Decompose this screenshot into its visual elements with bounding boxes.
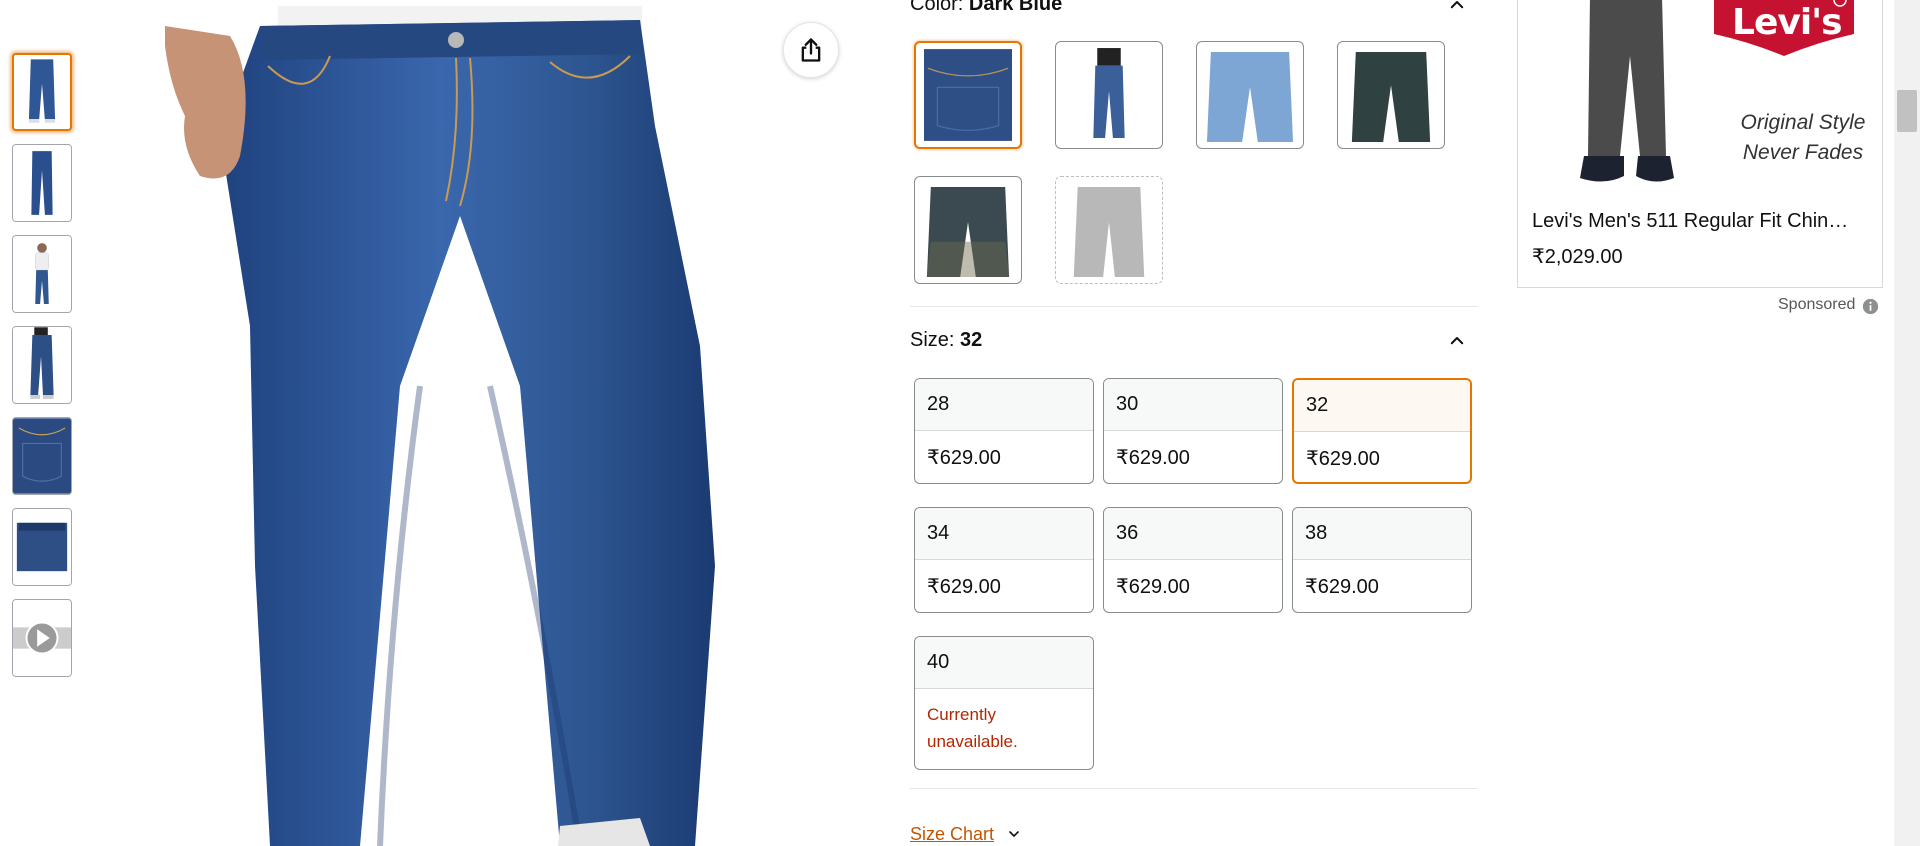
ad-brand-logo-text: Levi's: [1732, 2, 1843, 43]
size-option-32-selected[interactable]: 32 ₹629.00: [1292, 378, 1472, 484]
size-option-label: 40: [915, 637, 1093, 689]
color-swatch-4[interactable]: [1337, 41, 1445, 149]
thumbnail-video[interactable]: [12, 599, 72, 677]
size-option-label: 34: [915, 508, 1093, 560]
size-option-price: ₹629.00: [1306, 448, 1380, 470]
pocket-closeup-thumbnail-image: [13, 418, 71, 494]
jeans-back-thumbnail-image: [13, 509, 71, 585]
size-option-price: ₹629.00: [1116, 447, 1190, 469]
jeans-front-thumbnail-image: [14, 55, 70, 129]
color-swatch-5[interactable]: [914, 176, 1022, 284]
sponsored-ad-card[interactable]: Levi's Original Style Never Fades Levi's…: [1517, 0, 1883, 288]
divider: [910, 788, 1478, 789]
size-option-price: ₹629.00: [1116, 576, 1190, 598]
color-value: Dark Blue: [968, 0, 1063, 15]
color-swatch-1[interactable]: [914, 41, 1022, 149]
model-full-body-thumbnail-image: [13, 236, 71, 312]
share-icon: [801, 38, 821, 62]
tinted-black-swatch-image: [923, 183, 1013, 277]
mid-blue-model-swatch-image: [1064, 48, 1154, 142]
size-option-label: 38: [1293, 508, 1471, 560]
thumbnail-2[interactable]: [12, 144, 72, 222]
ad-product-image: [1558, 0, 1698, 200]
main-product-image[interactable]: [160, 6, 720, 846]
color-swatch-3[interactable]: [1196, 41, 1304, 149]
size-option-label: 36: [1104, 508, 1282, 560]
color-swatch-2[interactable]: [1055, 41, 1163, 149]
size-option-label: 32: [1294, 380, 1470, 432]
dark-blue-swatch-image: [924, 49, 1012, 141]
video-thumbnail-image: [13, 600, 71, 676]
ad-product-price: ₹2,029.00: [1532, 246, 1623, 268]
divider: [910, 306, 1478, 307]
color-header: Color: Dark Blue: [910, 0, 1062, 16]
size-option-34[interactable]: 34 ₹629.00: [914, 507, 1094, 613]
color-swatch-6-unavailable[interactable]: [1055, 176, 1163, 284]
size-option-36[interactable]: 36 ₹629.00: [1103, 507, 1283, 613]
black-green-swatch-image: [1346, 48, 1436, 142]
size-option-30[interactable]: 30 ₹629.00: [1103, 378, 1283, 484]
size-value: 32: [960, 329, 983, 351]
jeans-straight-thumbnail-image: [13, 145, 71, 221]
thumbnail-1[interactable]: [12, 53, 72, 131]
thumbnail-3[interactable]: [12, 235, 72, 313]
size-header: Size: 32: [910, 328, 982, 352]
size-option-label: 30: [1104, 379, 1282, 431]
size-option-price: ₹629.00: [1305, 576, 1379, 598]
light-blue-swatch-image: [1205, 48, 1295, 142]
ad-product-title[interactable]: Levi's Men's 511 Regular Fit Chin…: [1532, 210, 1872, 233]
color-label: Color:: [910, 0, 969, 15]
chevron-down-icon[interactable]: [1006, 826, 1022, 842]
thumbnail-4[interactable]: [12, 326, 72, 404]
thumbnail-6[interactable]: [12, 508, 72, 586]
jeans-side-thumbnail-image: [13, 327, 71, 403]
size-chart-link[interactable]: Size Chart: [910, 824, 994, 845]
size-option-40-unavailable[interactable]: 40 Currently unavailable.: [914, 636, 1094, 770]
thumbnail-5[interactable]: [12, 417, 72, 495]
size-option-price: ₹629.00: [927, 576, 1001, 598]
unavailable-text: Currently unavailable.: [927, 705, 1018, 751]
size-option-28[interactable]: 28 ₹629.00: [914, 378, 1094, 484]
ad-tagline: Original Style Never Fades: [1740, 111, 1866, 164]
grey-swatch-image: [1064, 183, 1154, 277]
scrollbar-thumb[interactable]: [1897, 90, 1917, 132]
size-label: Size:: [910, 329, 961, 351]
size-option-label: 28: [915, 379, 1093, 431]
info-icon[interactable]: [1862, 298, 1879, 315]
collapse-size-chevron-up-icon[interactable]: [1448, 332, 1466, 350]
jeans-model-image: [160, 6, 720, 846]
sponsored-label: Sponsored: [1778, 296, 1856, 313]
collapse-color-chevron-up-icon[interactable]: [1448, 0, 1466, 14]
share-button[interactable]: [783, 22, 839, 78]
size-option-38[interactable]: 38 ₹629.00: [1292, 507, 1472, 613]
size-option-price: ₹629.00: [927, 447, 1001, 469]
